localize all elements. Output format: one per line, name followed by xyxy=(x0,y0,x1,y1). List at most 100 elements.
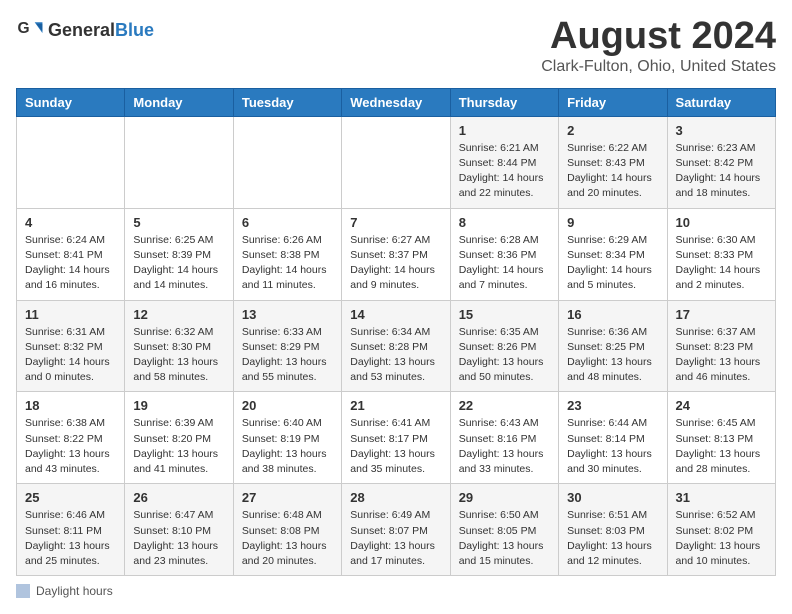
week-row-3: 11 Sunrise: 6:31 AM Sunset: 8:32 PM Dayli… xyxy=(17,300,776,392)
day-info: Sunrise: 6:46 AM Sunset: 8:11 PM Dayligh… xyxy=(25,508,116,569)
weekday-header-monday: Monday xyxy=(125,88,233,116)
calendar-cell: 22Sunrise: 6:43 AM Sunset: 8:16 PM Dayli… xyxy=(450,392,558,484)
day-number: 18 xyxy=(25,398,116,413)
day-number: 13 xyxy=(242,307,333,322)
calendar-cell: 17 Sunrise: 6:37 AM Sunset: 8:23 PM Dayli… xyxy=(667,300,775,392)
day-info: Sunrise: 6:27 AM Sunset: 8:37 PM Dayligh… xyxy=(350,233,441,294)
day-number: 6 xyxy=(242,215,333,230)
day-number: 9 xyxy=(567,215,658,230)
day-number: 14 xyxy=(350,307,441,322)
logo-blue-text: Blue xyxy=(115,20,154,40)
day-info: Sunrise: 6:50 AM Sunset: 8:05 PM Dayligh… xyxy=(459,508,550,569)
day-number: 8 xyxy=(459,215,550,230)
day-number: 27 xyxy=(242,490,333,505)
day-info: Sunrise: 6:45 AM Sunset: 8:13 PM Dayligh… xyxy=(676,416,767,477)
day-number: 21 xyxy=(350,398,441,413)
calendar-cell: 21 Sunrise: 6:41 AM Sunset: 8:17 PM Dayli… xyxy=(342,392,450,484)
calendar-cell: 24 Sunrise: 6:45 AM Sunset: 8:13 PM Dayli… xyxy=(667,392,775,484)
calendar-cell: 16 Sunrise: 6:36 AM Sunset: 8:25 PM Dayli… xyxy=(559,300,667,392)
day-info: Sunrise: 6:41 AM Sunset: 8:17 PM Dayligh… xyxy=(350,416,441,477)
calendar-cell: 8 Sunrise: 6:28 AM Sunset: 8:36 PM Daylig… xyxy=(450,208,558,300)
calendar-cell: 15 Sunrise: 6:35 AM Sunset: 8:26 PM Dayli… xyxy=(450,300,558,392)
day-info: Sunrise: 6:34 AM Sunset: 8:28 PM Dayligh… xyxy=(350,325,441,386)
day-info: Sunrise: 6:23 AM Sunset: 8:42 PM Dayligh… xyxy=(676,141,767,202)
calendar-cell: 25 Sunrise: 6:46 AM Sunset: 8:11 PM Dayli… xyxy=(17,484,125,576)
day-number: 10 xyxy=(676,215,767,230)
month-year-title: August 2024 xyxy=(541,16,776,58)
day-info: Sunrise: 6:22 AM Sunset: 8:43 PM Dayligh… xyxy=(567,141,658,202)
calendar-cell: 10 Sunrise: 6:30 AM Sunset: 8:33 PM Dayli… xyxy=(667,208,775,300)
day-info: Sunrise: 6:37 AM Sunset: 8:23 PM Dayligh… xyxy=(676,325,767,386)
day-number: 26 xyxy=(133,490,224,505)
day-number: 25 xyxy=(25,490,116,505)
day-info: Sunrise: 6:52 AM Sunset: 8:02 PM Dayligh… xyxy=(676,508,767,569)
calendar-cell: 19 Sunrise: 6:39 AM Sunset: 8:20 PM Dayli… xyxy=(125,392,233,484)
day-info: Sunrise: 6:28 AM Sunset: 8:36 PM Dayligh… xyxy=(459,233,550,294)
day-number: 11 xyxy=(25,307,116,322)
day-number: 31 xyxy=(676,490,767,505)
footer: Daylight hours xyxy=(16,584,776,598)
calendar-cell xyxy=(233,116,341,208)
day-info: Sunrise: 6:49 AM Sunset: 8:07 PM Dayligh… xyxy=(350,508,441,569)
weekday-header-thursday: Thursday xyxy=(450,88,558,116)
logo-icon: G xyxy=(16,16,44,44)
calendar-table: SundayMondayTuesdayWednesdayThursdayFrid… xyxy=(16,88,776,576)
week-row-4: 18 Sunrise: 6:38 AM Sunset: 8:22 PM Dayli… xyxy=(17,392,776,484)
day-number: 12 xyxy=(133,307,224,322)
day-info: Sunrise: 6:24 AM Sunset: 8:41 PM Dayligh… xyxy=(25,233,116,294)
calendar-cell: 1 Sunrise: 6:21 AM Sunset: 8:44 PM Daylig… xyxy=(450,116,558,208)
day-info: Sunrise: 6:38 AM Sunset: 8:22 PM Dayligh… xyxy=(25,416,116,477)
day-info: Sunrise: 6:31 AM Sunset: 8:32 PM Dayligh… xyxy=(25,325,116,386)
day-number: 19 xyxy=(133,398,224,413)
day-info: Sunrise: 6:40 AM Sunset: 8:19 PM Dayligh… xyxy=(242,416,333,477)
calendar-cell: 4 Sunrise: 6:24 AM Sunset: 8:41 PM Daylig… xyxy=(17,208,125,300)
day-number: 2 xyxy=(567,123,658,138)
day-number: 4 xyxy=(25,215,116,230)
weekday-header-tuesday: Tuesday xyxy=(233,88,341,116)
day-info: Sunrise: 6:32 AM Sunset: 8:30 PM Dayligh… xyxy=(133,325,224,386)
day-number: 29 xyxy=(459,490,550,505)
day-number: 3 xyxy=(676,123,767,138)
day-number: 5 xyxy=(133,215,224,230)
week-row-1: 1 Sunrise: 6:21 AM Sunset: 8:44 PM Daylig… xyxy=(17,116,776,208)
calendar-cell xyxy=(342,116,450,208)
day-info: Sunrise: 6:35 AM Sunset: 8:26 PM Dayligh… xyxy=(459,325,550,386)
calendar-cell: 26Sunrise: 6:47 AM Sunset: 8:10 PM Dayli… xyxy=(125,484,233,576)
day-info: Sunrise: 6:21 AM Sunset: 8:44 PM Dayligh… xyxy=(459,141,550,202)
day-info: Sunrise: 6:30 AM Sunset: 8:33 PM Dayligh… xyxy=(676,233,767,294)
day-info: Sunrise: 6:29 AM Sunset: 8:34 PM Dayligh… xyxy=(567,233,658,294)
day-info: Sunrise: 6:44 AM Sunset: 8:14 PM Dayligh… xyxy=(567,416,658,477)
calendar-cell: 7Sunrise: 6:27 AM Sunset: 8:37 PM Daylig… xyxy=(342,208,450,300)
day-number: 28 xyxy=(350,490,441,505)
calendar-cell: 9 Sunrise: 6:29 AM Sunset: 8:34 PM Daylig… xyxy=(559,208,667,300)
day-info: Sunrise: 6:36 AM Sunset: 8:25 PM Dayligh… xyxy=(567,325,658,386)
weekday-header-saturday: Saturday xyxy=(667,88,775,116)
calendar-cell: 20Sunrise: 6:40 AM Sunset: 8:19 PM Dayli… xyxy=(233,392,341,484)
day-number: 24 xyxy=(676,398,767,413)
calendar-cell: 11 Sunrise: 6:31 AM Sunset: 8:32 PM Dayli… xyxy=(17,300,125,392)
day-number: 1 xyxy=(459,123,550,138)
calendar-cell: 23 Sunrise: 6:44 AM Sunset: 8:14 PM Dayli… xyxy=(559,392,667,484)
day-number: 17 xyxy=(676,307,767,322)
day-number: 23 xyxy=(567,398,658,413)
week-row-2: 4 Sunrise: 6:24 AM Sunset: 8:41 PM Daylig… xyxy=(17,208,776,300)
daylight-label: Daylight hours xyxy=(36,584,113,598)
calendar-cell: 2 Sunrise: 6:22 AM Sunset: 8:43 PM Daylig… xyxy=(559,116,667,208)
weekday-header-row: SundayMondayTuesdayWednesdayThursdayFrid… xyxy=(17,88,776,116)
weekday-header-friday: Friday xyxy=(559,88,667,116)
calendar-cell: 5Sunrise: 6:25 AM Sunset: 8:39 PM Daylig… xyxy=(125,208,233,300)
day-info: Sunrise: 6:43 AM Sunset: 8:16 PM Dayligh… xyxy=(459,416,550,477)
title-area: August 2024 Clark-Fulton, Ohio, United S… xyxy=(541,16,776,76)
calendar-cell: 30Sunrise: 6:51 AM Sunset: 8:03 PM Dayli… xyxy=(559,484,667,576)
day-info: Sunrise: 6:39 AM Sunset: 8:20 PM Dayligh… xyxy=(133,416,224,477)
calendar-cell: 31 Sunrise: 6:52 AM Sunset: 8:02 PM Dayli… xyxy=(667,484,775,576)
day-number: 16 xyxy=(567,307,658,322)
daylight-legend-box xyxy=(16,584,30,598)
calendar-cell: 6Sunrise: 6:26 AM Sunset: 8:38 PM Daylig… xyxy=(233,208,341,300)
calendar-cell xyxy=(17,116,125,208)
day-info: Sunrise: 6:33 AM Sunset: 8:29 PM Dayligh… xyxy=(242,325,333,386)
day-number: 15 xyxy=(459,307,550,322)
day-info: Sunrise: 6:51 AM Sunset: 8:03 PM Dayligh… xyxy=(567,508,658,569)
calendar-cell: 27Sunrise: 6:48 AM Sunset: 8:08 PM Dayli… xyxy=(233,484,341,576)
calendar-cell: 14 Sunrise: 6:34 AM Sunset: 8:28 PM Dayli… xyxy=(342,300,450,392)
